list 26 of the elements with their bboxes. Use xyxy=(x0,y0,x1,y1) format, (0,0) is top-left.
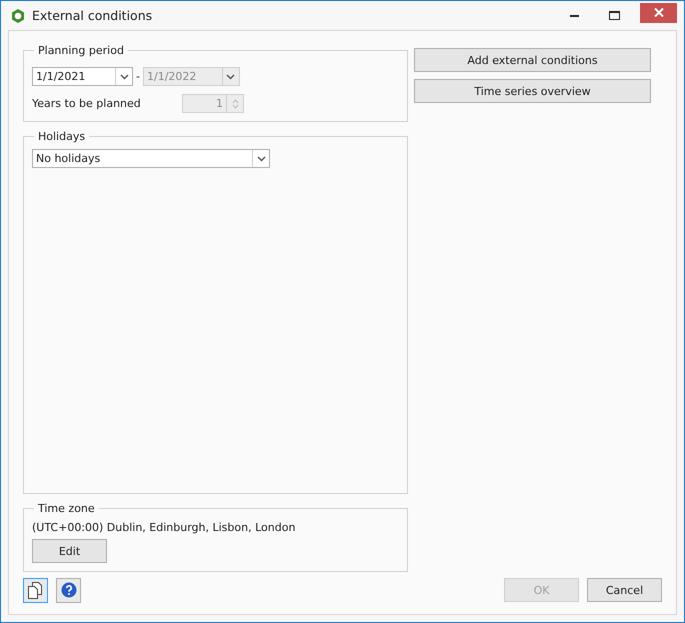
chevron-down-icon xyxy=(120,74,128,80)
date-separator: - xyxy=(136,70,140,83)
chevron-down-icon xyxy=(226,74,236,80)
close-icon xyxy=(654,8,664,17)
edit-button[interactable]: Edit xyxy=(32,539,107,563)
close-button[interactable] xyxy=(640,2,677,22)
help-icon xyxy=(60,582,76,598)
minimize-icon xyxy=(570,14,578,17)
dialog-button[interactable]: Cancel xyxy=(587,578,662,602)
chevron-down-icon xyxy=(256,156,266,162)
maximize-icon xyxy=(608,11,620,20)
field-label: Years to be planned xyxy=(32,97,142,110)
holidays-dropdown[interactable]: No holidays xyxy=(32,149,270,168)
action-button[interactable]: Time series overview xyxy=(414,79,651,103)
start-date-picker[interactable]: 1/1/2021 xyxy=(32,67,133,86)
time-zone-text: (UTC+00:00) Dublin, Edinburgh, Lisbon, London xyxy=(32,521,296,534)
group-title: Planning period xyxy=(37,44,125,57)
help-button[interactable] xyxy=(56,578,81,602)
group-title: Holidays xyxy=(37,130,86,143)
spin-arrows-icon xyxy=(232,98,238,110)
copy-button[interactable] xyxy=(23,578,48,602)
copy-icon xyxy=(28,582,43,598)
app-logo-icon xyxy=(10,8,26,24)
window-title: External conditions xyxy=(32,8,154,23)
group-title: Time zone xyxy=(37,502,96,515)
action-button[interactable]: Add external conditions xyxy=(414,48,651,72)
